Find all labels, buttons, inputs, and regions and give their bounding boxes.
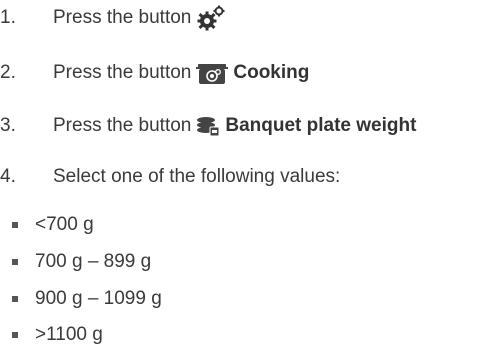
cooking-label: Cooking [233,62,310,83]
step-number: 1. [0,7,16,28]
value-option: 900 g – 1099 g [35,288,162,309]
gears-icon [196,5,226,31]
bullet-icon [12,222,18,228]
step-3: 3. Press the button Banquet plate weight [0,112,416,140]
value-option: 700 g – 899 g [35,251,152,272]
bullet-icon [12,296,18,302]
bullet-icon [12,332,18,338]
step-number: 4. [0,166,16,187]
step-text: Press the button Cooking [53,61,309,85]
step-text-label: Press the button [53,7,192,28]
step-text: Press the button Banquet plate weight [53,115,416,137]
bullet-icon [12,259,18,265]
cooking-pot-icon [196,61,229,85]
step-2: 2. Press the button Cooking [0,59,309,87]
step-text-label: Press the button [53,62,192,83]
step-4: 4. Select one of the following values: [0,163,340,191]
list-item: >1100 g [12,322,103,348]
list-item: <700 g [12,212,94,238]
list-item: 700 g – 899 g [12,249,151,275]
step-text-label: Press the button [53,115,192,136]
value-option: <700 g [35,214,94,235]
list-item: 900 g – 1099 g [12,286,162,312]
step-text: Select one of the following values: [53,166,340,188]
step-number: 2. [0,62,16,83]
plate-stack-icon [196,115,220,137]
step-1: 1. Press the button [0,4,226,32]
step-number: 3. [0,115,16,136]
step-text-label: Select one of the following values: [53,166,341,187]
step-text: Press the button [53,5,226,31]
value-option: >1100 g [35,324,103,345]
banquet-plate-weight-label: Banquet plate weight [225,115,417,136]
